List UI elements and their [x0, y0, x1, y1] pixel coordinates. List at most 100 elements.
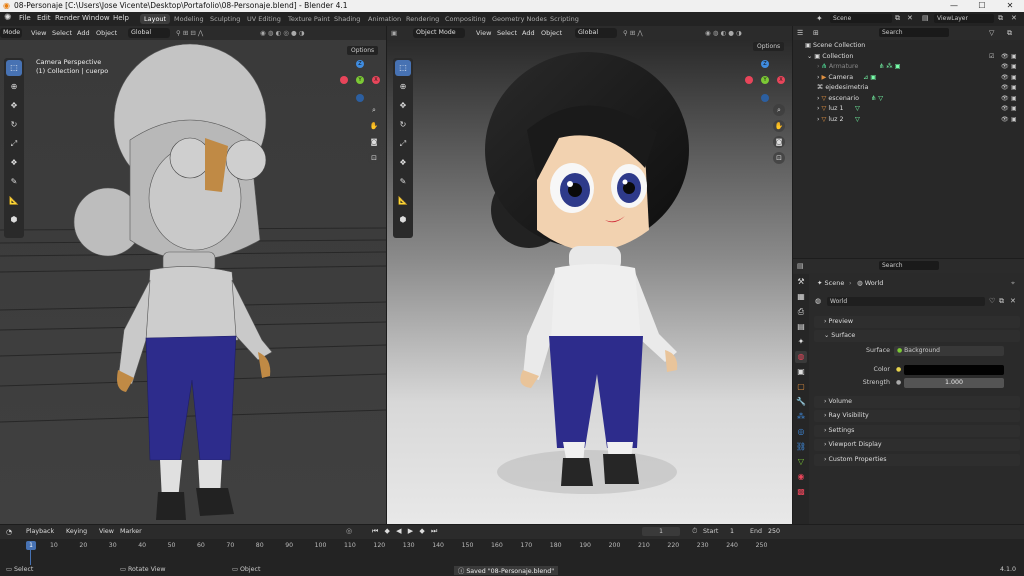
duplicate-icon[interactable]: ⧉ — [999, 297, 1004, 306]
panel-ray-visibility[interactable]: › Ray Visibility — [814, 410, 1020, 422]
eye-icon[interactable]: 👁 — [1001, 116, 1009, 123]
camera-render-icon[interactable]: ▣ — [1011, 105, 1017, 112]
new-scene-icon[interactable]: ⧉ — [895, 14, 900, 23]
eye-icon[interactable]: 👁 — [1001, 95, 1009, 102]
panel-settings[interactable]: › Settings — [814, 425, 1020, 437]
viewlayer-field[interactable]: ViewLayer — [934, 14, 994, 23]
zoom-icon[interactable]: ⌕ — [368, 104, 380, 116]
object-tab-icon[interactable]: ▢ — [795, 381, 807, 393]
color-swatch[interactable] — [904, 365, 1004, 375]
panel-preview[interactable]: › Preview — [814, 316, 1020, 328]
menu-edit[interactable]: Edit — [37, 14, 51, 22]
camera-render-icon[interactable]: ▣ — [1011, 53, 1017, 60]
measure-icon[interactable]: 📐 — [6, 193, 22, 209]
tab-layout[interactable]: Layout — [140, 14, 171, 24]
eye-icon[interactable]: 👁 — [1001, 74, 1009, 81]
camera-render-icon[interactable]: ▣ — [1011, 95, 1017, 102]
new-viewlayer-icon[interactable]: ⧉ — [998, 14, 1003, 23]
outliner-row-luz1[interactable]: › ▽ luz 1 ▽ 👁 ▣ — [817, 105, 1017, 116]
camera-render-icon[interactable]: ▣ — [1011, 74, 1017, 81]
tab-animation[interactable]: Animation — [364, 14, 405, 24]
outliner-row-ejedesimetria[interactable]: ⌘ ejedesimetria 👁 ▣ — [817, 84, 1017, 95]
data-tab-icon[interactable]: ▽ — [795, 456, 807, 468]
tab-geometry-nodes[interactable]: Geometry Nodes — [488, 14, 551, 24]
display-mode-icon[interactable]: ⊞ — [813, 29, 819, 37]
auto-keying-icon[interactable]: ◎ — [346, 527, 352, 535]
outliner-row-luz2[interactable]: › ▽ luz 2 ▽ 👁 ▣ — [817, 116, 1017, 127]
camera-render-icon[interactable]: ▣ — [1011, 84, 1017, 91]
left-menu-select[interactable]: Select — [52, 29, 72, 37]
tab-shading[interactable]: Shading — [330, 14, 364, 24]
eye-icon[interactable]: 👁 — [1001, 84, 1009, 91]
cursor-icon[interactable]: ⊕ — [395, 79, 411, 95]
maximize-icon[interactable]: ☐ — [968, 0, 996, 12]
properties-search-input[interactable]: Search — [879, 261, 939, 270]
preview-range-icon[interactable]: ⏱ — [692, 527, 697, 536]
camera-view-icon[interactable]: ◙ — [368, 136, 380, 148]
texture-tab-icon[interactable]: ▩ — [795, 486, 807, 498]
gizmo-x-icon[interactable]: X — [372, 76, 380, 84]
right-viewport[interactable]: ⬚ ⊕ ✥ ↻ ⤢ ❖ ✎ 📐 ⬢ Options Z Y X ⌕ ✋ ◙ ⊡ — [387, 40, 792, 524]
select-box-icon[interactable]: ⬚ — [6, 60, 22, 76]
current-frame-field[interactable]: 1 — [642, 527, 680, 536]
gizmo-neg-x-icon[interactable] — [340, 76, 348, 84]
scale-icon[interactable]: ⤢ — [6, 136, 22, 152]
modifier-tab-icon[interactable]: 🔧 — [795, 396, 807, 408]
outliner-row-armature[interactable]: › ⋔ Armature ⋔ ⁂ ▣ 👁 ▣ — [817, 63, 1017, 74]
collection-tab-icon[interactable]: ▣ — [795, 366, 807, 378]
editor-type-icon[interactable]: ▣ — [391, 29, 397, 37]
pan-hand-icon[interactable]: ✋ — [773, 120, 785, 132]
lock-icon[interactable]: ⊡ — [773, 152, 785, 164]
delete-scene-icon[interactable]: ✕ — [907, 14, 913, 22]
left-options-button[interactable]: Options — [347, 46, 379, 55]
left-viewport[interactable]: Camera Perspective (1) Collection | cuer… — [0, 40, 386, 524]
outliner-row-escenario[interactable]: › ▽ escenario ⋔ ▽ 👁 ▣ — [817, 95, 1017, 106]
panel-volume[interactable]: › Volume — [814, 396, 1020, 408]
add-cube-icon[interactable]: ⬢ — [395, 212, 411, 228]
new-collection-icon[interactable]: ⧉ — [1007, 29, 1012, 38]
output-tab-icon[interactable]: ⎙ — [795, 306, 807, 318]
menu-window[interactable]: Window — [82, 14, 110, 22]
world-datablock-field[interactable]: World — [827, 297, 985, 306]
pin-icon[interactable]: ⌖ — [1011, 279, 1015, 288]
filter-icon[interactable]: ▽ — [989, 29, 994, 37]
annotate-icon[interactable]: ✎ — [6, 174, 22, 190]
rotate-icon[interactable]: ↻ — [6, 117, 22, 133]
eye-icon[interactable]: 👁 — [1001, 63, 1009, 70]
panel-surface[interactable]: ⌄ Surface — [814, 330, 1020, 342]
timeline-menu-playback[interactable]: Playback — [26, 528, 54, 535]
right-menu-object[interactable]: Object — [541, 29, 562, 37]
select-box-icon[interactable]: ⬚ — [395, 60, 411, 76]
outliner-type-icon[interactable]: ☰ — [797, 29, 803, 37]
tab-modeling[interactable]: Modeling — [170, 14, 208, 24]
left-menu-view[interactable]: View — [31, 29, 46, 37]
view-layer-tab-icon[interactable]: ▤ — [795, 321, 807, 333]
left-mode-select[interactable]: Mode — [0, 28, 22, 38]
unlink-icon[interactable]: ✕ — [1010, 297, 1016, 305]
camera-view-icon[interactable]: ◙ — [773, 136, 785, 148]
world-tab-icon[interactable]: ◍ — [795, 351, 807, 363]
move-icon[interactable]: ✥ — [395, 98, 411, 114]
playback-controls[interactable]: ⏮ ◆ ◀ ▶ ◆ ⏭ — [372, 527, 439, 536]
particles-tab-icon[interactable]: ⁂ — [795, 411, 807, 423]
breadcrumb-world[interactable]: ◍ World — [857, 279, 883, 287]
tool-tab-icon[interactable]: ⚒ — [795, 276, 807, 288]
panel-custom-properties[interactable]: › Custom Properties — [814, 454, 1020, 466]
zoom-icon[interactable]: ⌕ — [773, 104, 785, 116]
tab-texture-paint[interactable]: Texture Paint — [284, 14, 334, 24]
menu-file[interactable]: File — [19, 14, 31, 22]
fake-user-icon[interactable]: ♡ — [989, 297, 995, 305]
tab-scripting[interactable]: Scripting — [546, 14, 583, 24]
right-snap-icons[interactable]: ⚲ ⊞ ⋀ — [623, 29, 643, 37]
strength-slider[interactable]: 1.000 — [904, 378, 1004, 388]
breadcrumb-scene[interactable]: ✦ Scene — [817, 279, 844, 287]
add-cube-icon[interactable]: ⬢ — [6, 212, 22, 228]
delete-viewlayer-icon[interactable]: ✕ — [1011, 14, 1017, 22]
camera-render-icon[interactable]: ▣ — [1011, 116, 1017, 123]
timeline-menu-view[interactable]: View — [99, 528, 114, 535]
minimize-icon[interactable]: — — [940, 0, 968, 12]
gizmo-z-icon[interactable]: Z — [761, 60, 769, 68]
checkbox-icon[interactable]: ☑ — [989, 53, 994, 60]
surface-shader-field[interactable]: ● Background — [894, 346, 1004, 356]
left-menu-object[interactable]: Object — [96, 29, 117, 37]
